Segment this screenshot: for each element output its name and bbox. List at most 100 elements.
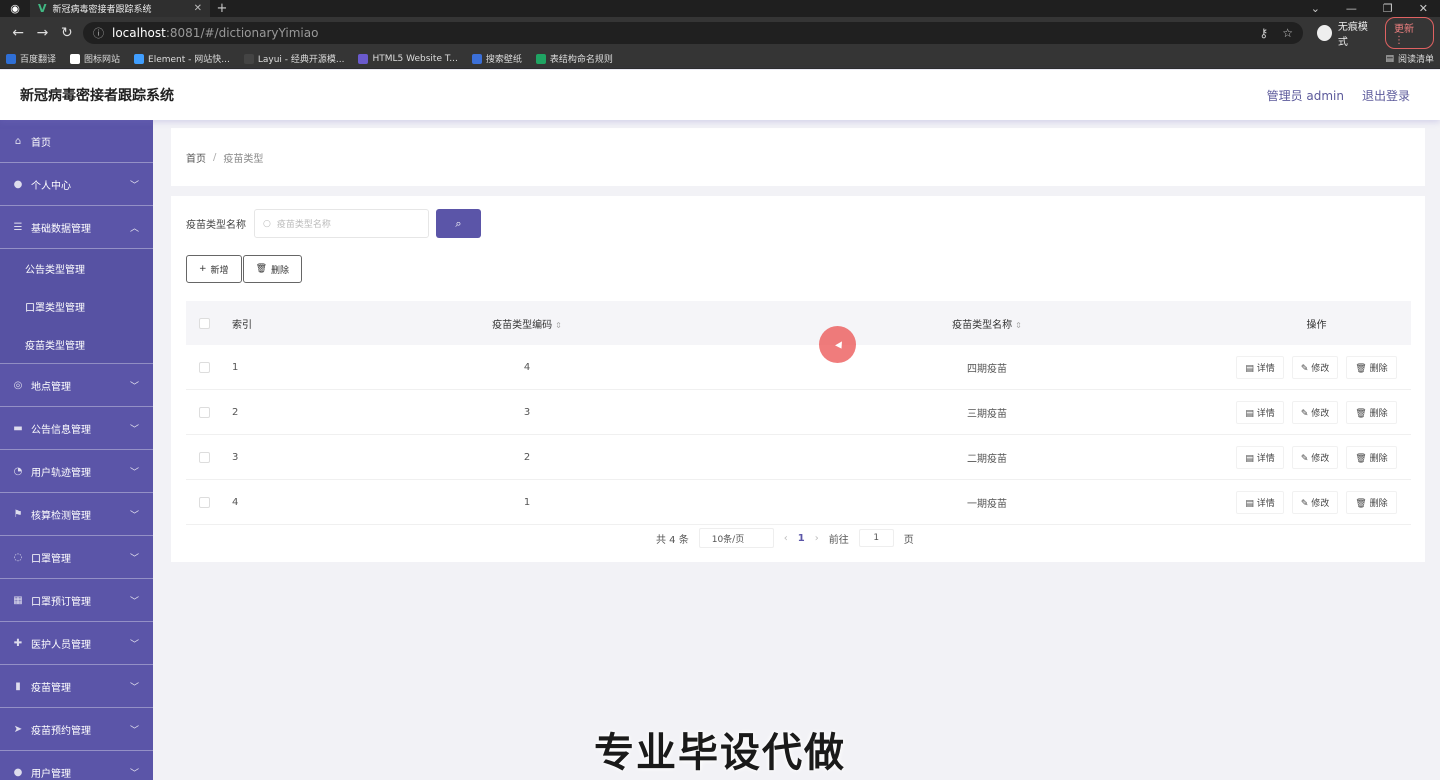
- header-code[interactable]: 疫苗类型编码 ⇕: [302, 316, 752, 331]
- bookmark-label: 搜索壁纸: [485, 55, 522, 65]
- home-icon: ⌂: [14, 135, 22, 147]
- update-label: 更新: [1393, 24, 1414, 35]
- current-page[interactable]: 1: [798, 533, 805, 544]
- table-row: 1 4 四期疫苗 ▤ 详情 ✎ 修改 🗑 删除: [186, 345, 1411, 390]
- header-name[interactable]: 疫苗类型名称 ⇕: [752, 316, 1222, 331]
- bookmark-item[interactable]: Layui - 经典开源模...: [243, 52, 344, 65]
- edit-label: 修改: [1311, 408, 1330, 419]
- row-checkbox[interactable]: [198, 361, 210, 373]
- search-button[interactable]: ⌕: [436, 209, 481, 238]
- edit-button[interactable]: ✎ 修改: [1291, 490, 1339, 514]
- sidebar-item-test[interactable]: ⚑ 核算检测管理 ﹀: [0, 493, 153, 536]
- chevron-down-icon: ﹀: [129, 467, 139, 478]
- new-tab-icon[interactable]: +: [210, 1, 234, 16]
- sidebar-item-mask-order[interactable]: ▦ 口罩预订管理 ﹀: [0, 579, 153, 622]
- bookmark-label: 图标网站: [84, 55, 121, 65]
- sidebar-item-basic-data[interactable]: ☰ 基础数据管理 ︿: [0, 206, 153, 249]
- next-page-icon[interactable]: ›: [815, 533, 819, 544]
- remove-button[interactable]: 🗑 删除: [1346, 400, 1397, 424]
- sub-item-mask-type[interactable]: 口罩类型管理: [0, 287, 153, 325]
- star-icon[interactable]: ☆: [1282, 26, 1293, 40]
- search-placeholder: 疫苗类型名称: [276, 220, 331, 230]
- select-all-checkbox[interactable]: [198, 317, 210, 329]
- minimize-icon[interactable]: —: [1346, 2, 1357, 15]
- edit-button[interactable]: ✎ 修改: [1291, 445, 1339, 469]
- header-index: 索引: [232, 319, 252, 331]
- detail-button[interactable]: ▤ 详情: [1236, 400, 1284, 424]
- html5-icon: [358, 53, 369, 64]
- key-icon[interactable]: ⚷: [1259, 26, 1268, 40]
- detail-button[interactable]: ▤ 详情: [1236, 355, 1284, 379]
- page-unit: 页: [903, 534, 914, 546]
- bookmark-item[interactable]: HTML5 Website T...: [358, 53, 458, 64]
- row-checkbox[interactable]: [198, 451, 210, 463]
- detail-label: 详情: [1256, 363, 1275, 374]
- sort-icon[interactable]: ⇕: [555, 321, 562, 330]
- cell-name: 三期疫苗: [967, 408, 1007, 420]
- sidebar-item-profile[interactable]: ● 个人中心 ﹀: [0, 163, 153, 206]
- goto-page-input[interactable]: 1: [858, 529, 894, 547]
- forward-icon[interactable]: →: [30, 25, 54, 41]
- sidebar-item-medical-staff[interactable]: ✚ 医护人员管理 ﹀: [0, 622, 153, 665]
- pagination: 共 4 条 10条/页 ‹ 1 › 前往 1 页: [656, 528, 914, 548]
- detail-button[interactable]: ▤ 详情: [1236, 490, 1284, 514]
- user-icon: ●: [13, 178, 23, 190]
- sub-item-notice-type[interactable]: 公告类型管理: [0, 249, 153, 287]
- sidebar-item-location[interactable]: ◎ 地点管理 ﹀: [0, 364, 153, 407]
- incognito-indicator[interactable]: 无痕模式: [1316, 18, 1375, 48]
- delete-button[interactable]: 🗑 删除: [242, 255, 303, 283]
- page-size-select[interactable]: 10条/页: [698, 528, 774, 548]
- bookmark-item[interactable]: 搜索壁纸: [471, 52, 522, 65]
- remove-button[interactable]: 🗑 删除: [1346, 445, 1397, 469]
- remove-button[interactable]: 🗑 删除: [1346, 355, 1397, 379]
- doctor-icon: ✚: [13, 637, 23, 649]
- info-icon[interactable]: ⓘ: [93, 25, 104, 41]
- close-window-icon[interactable]: ✕: [1419, 2, 1428, 15]
- logout-link[interactable]: 退出登录: [1362, 87, 1410, 104]
- bookmark-item[interactable]: 图标网站: [70, 52, 120, 65]
- admin-label[interactable]: 管理员 admin: [1267, 87, 1344, 104]
- breadcrumb-home[interactable]: 首页: [186, 150, 206, 165]
- sub-item-vaccine-type[interactable]: 疫苗类型管理: [0, 325, 153, 363]
- row-checkbox[interactable]: [198, 406, 210, 418]
- edit-icon: ✎: [1300, 453, 1309, 464]
- search-input[interactable]: ○ 疫苗类型名称: [254, 209, 429, 238]
- edit-button[interactable]: ✎ 修改: [1291, 355, 1339, 379]
- trash-icon: 🗑: [1355, 453, 1367, 464]
- notice-icon: ▬: [13, 422, 23, 434]
- reload-icon[interactable]: ↻: [55, 25, 79, 41]
- trash-icon: 🗑: [1355, 408, 1367, 419]
- detail-label: 详情: [1256, 498, 1275, 509]
- remove-button[interactable]: 🗑 删除: [1346, 490, 1397, 514]
- prev-page-icon[interactable]: ‹: [784, 533, 788, 544]
- sidebar-item-notice[interactable]: ▬ 公告信息管理 ﹀: [0, 407, 153, 450]
- chevron-down-icon[interactable]: ⌄: [1311, 2, 1320, 15]
- sidebar: ⌂ 首页 ● 个人中心 ﹀ ☰ 基础数据管理 ︿ 公告类型管理 口罩类型管理 疫苗类型管理…: [0, 120, 153, 780]
- flag-bookmark-icon: [70, 53, 81, 64]
- restore-icon[interactable]: ❐: [1383, 2, 1393, 15]
- breadcrumb-separator: /: [213, 151, 217, 163]
- sort-icon[interactable]: ⇕: [1015, 321, 1022, 330]
- bookmark-label: 表结构命名规则: [549, 55, 613, 65]
- bookmark-item[interactable]: 百度翻译: [6, 52, 56, 65]
- bookmark-item[interactable]: Element - 网站快...: [134, 52, 230, 65]
- cell-name: 四期疫苗: [967, 363, 1007, 375]
- reading-list[interactable]: ▤ 阅读清单: [1385, 52, 1434, 66]
- detail-button[interactable]: ▤ 详情: [1236, 445, 1284, 469]
- back-icon[interactable]: ←: [6, 25, 30, 41]
- sidebar-item-vaccine[interactable]: ▮ 疫苗管理 ﹀: [0, 665, 153, 708]
- window-controls: ⌄ — ❐ ✕: [1311, 2, 1440, 15]
- browser-tab[interactable]: V 新冠病毒密接者跟踪系统 ✕: [30, 0, 210, 17]
- update-button[interactable]: 更新 ⋮: [1384, 17, 1435, 49]
- row-checkbox[interactable]: [198, 496, 210, 508]
- edit-button[interactable]: ✎ 修改: [1291, 400, 1339, 424]
- chevron-down-icon: ﹀: [129, 510, 139, 521]
- bookmark-item[interactable]: 表结构命名规则: [535, 52, 613, 65]
- element-icon: [134, 53, 145, 64]
- url-input[interactable]: ⓘ localhost:8081/#/dictionaryYimiao ⚷ ☆: [82, 22, 1303, 44]
- add-button[interactable]: + 新增: [186, 255, 242, 283]
- sidebar-item-track[interactable]: ◔ 用户轨迹管理 ﹀: [0, 450, 153, 493]
- close-tab-icon[interactable]: ✕: [194, 3, 202, 14]
- sidebar-item-mask[interactable]: ◌ 口罩管理 ﹀: [0, 536, 153, 579]
- sidebar-item-home[interactable]: ⌂ 首页: [0, 120, 153, 163]
